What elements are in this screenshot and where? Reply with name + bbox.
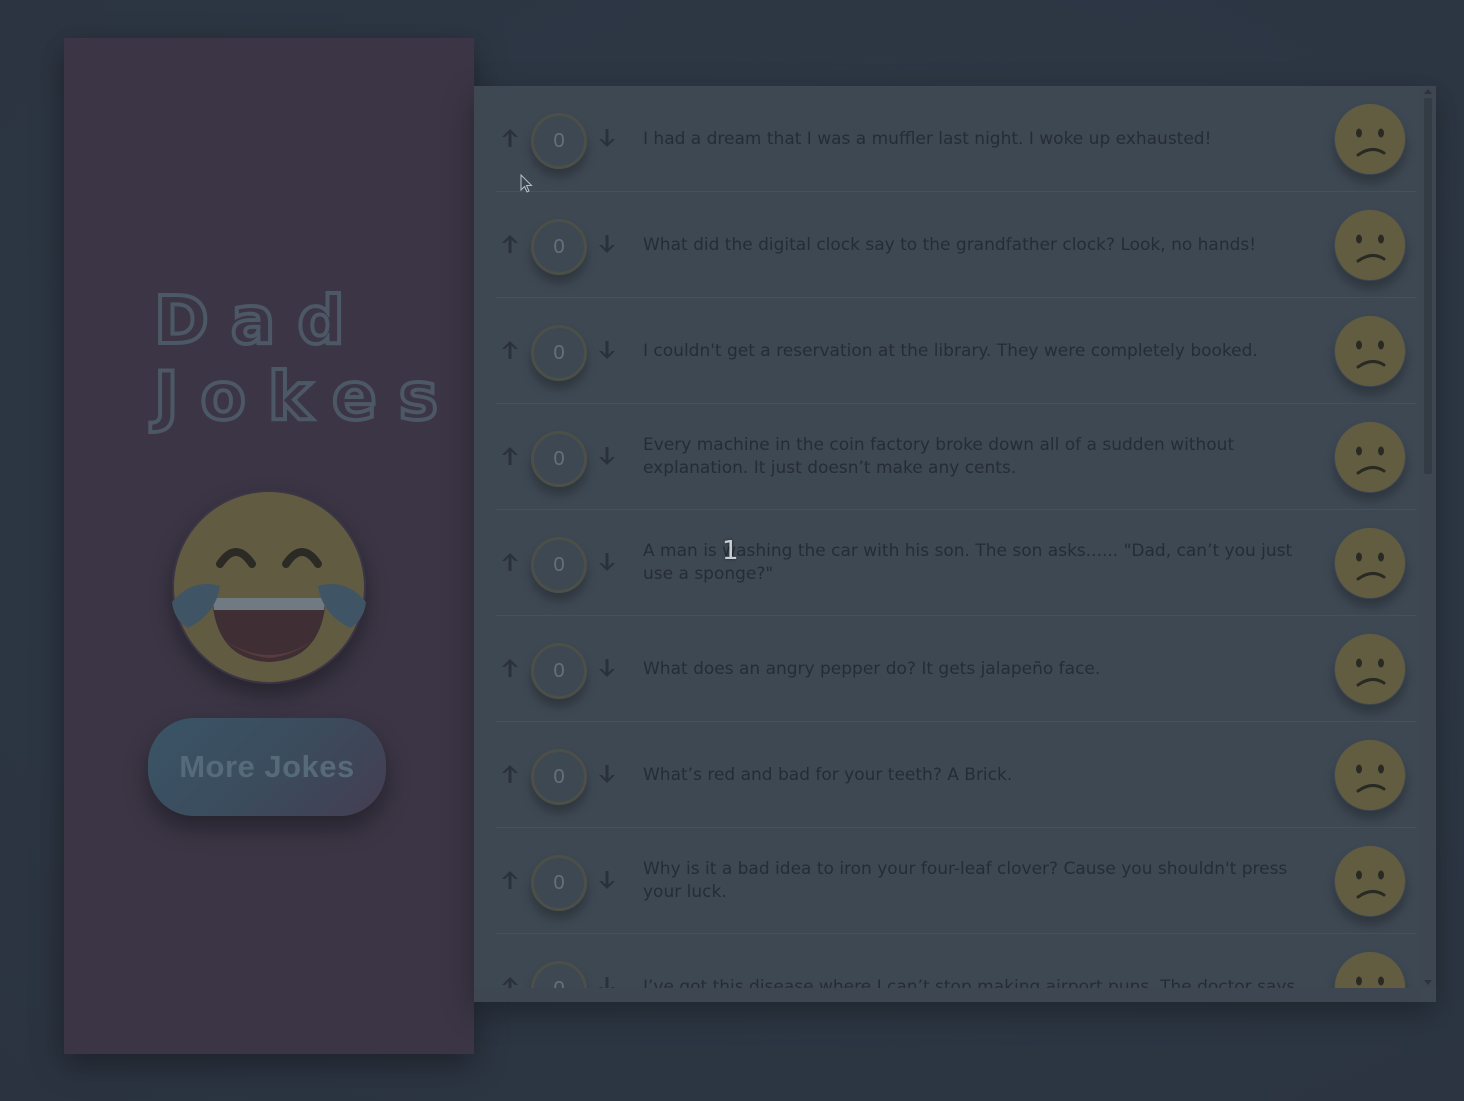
upvote-arrow-icon[interactable] xyxy=(499,233,521,255)
cursor-badge: 1 xyxy=(722,536,739,566)
scrollbar-thumb[interactable] xyxy=(1424,98,1432,474)
upvote-arrow-icon[interactable] xyxy=(499,551,521,573)
vote-count: 0 xyxy=(531,855,587,911)
vote-count: 0 xyxy=(531,431,587,487)
joke-text: Why is it a bad idea to iron your four-l… xyxy=(643,828,1323,934)
downvote-arrow-icon[interactable] xyxy=(596,763,618,785)
joke-row: 0 Why is it a bad idea to iron your four… xyxy=(496,828,1416,934)
joke-row: 0 A man is washing the car with his son.… xyxy=(496,510,1416,616)
downvote-arrow-icon[interactable] xyxy=(596,127,618,149)
confused-face-icon xyxy=(1334,527,1406,599)
confused-face-icon xyxy=(1334,845,1406,917)
confused-face-icon xyxy=(1334,421,1406,493)
joke-text-content: I had a dream that I was a muffler last … xyxy=(643,128,1212,149)
downvote-arrow-icon[interactable] xyxy=(596,657,618,679)
joke-row: 0 I’ve got this disease where I can’t st… xyxy=(496,934,1416,988)
confused-face-icon xyxy=(1334,951,1406,988)
joke-text-content: Why is it a bad idea to iron your four-l… xyxy=(643,859,1288,902)
joke-row: 0 Every machine in the coin factory brok… xyxy=(496,404,1416,510)
joke-row: 0 What does an angry pepper do? It gets … xyxy=(496,616,1416,722)
joke-text: What’s red and bad for your teeth? A Bri… xyxy=(643,722,1323,828)
joke-text-content: A man is washing the car with his son. T… xyxy=(643,541,1293,584)
vote-count: 0 xyxy=(531,325,587,381)
joke-text-content: I’ve got this disease where I can’t stop… xyxy=(643,976,1296,989)
joke-row: 0 What did the digital clock say to the … xyxy=(496,192,1416,298)
joke-text: I had a dream that I was a muffler last … xyxy=(643,86,1323,192)
joke-row: 0 I couldn't get a reservation at the li… xyxy=(496,298,1416,404)
horizontal-scrollbar[interactable] xyxy=(474,988,1420,1002)
confused-face-icon xyxy=(1334,209,1406,281)
joke-text-content: I couldn't get a reservation at the libr… xyxy=(643,340,1258,361)
upvote-arrow-icon[interactable] xyxy=(499,763,521,785)
joke-row: 0 I had a dream that I was a muffler las… xyxy=(496,86,1416,192)
joke-text: I’ve got this disease where I can’t stop… xyxy=(643,934,1323,989)
vote-count: 0 xyxy=(531,537,587,593)
scroll-up-icon[interactable] xyxy=(1424,89,1432,94)
vote-count: 0 xyxy=(531,113,587,169)
app-title: Dad Jokes xyxy=(152,281,461,437)
joke-row: 0 What’s red and bad for your teeth? A B… xyxy=(496,722,1416,828)
downvote-arrow-icon[interactable] xyxy=(596,975,618,988)
upvote-arrow-icon[interactable] xyxy=(499,127,521,149)
laughing-tears-emoji-icon xyxy=(172,490,366,684)
app-title-line1: Dad xyxy=(152,281,367,361)
mouse-pointer-icon xyxy=(520,174,534,194)
more-jokes-button[interactable]: More Jokes xyxy=(148,718,386,816)
joke-text-content: What did the digital clock say to the gr… xyxy=(643,234,1257,255)
downvote-arrow-icon[interactable] xyxy=(596,551,618,573)
joke-text: What does an angry pepper do? It gets ja… xyxy=(643,616,1323,722)
joke-text: A man is washing the car with his son. T… xyxy=(643,510,1323,616)
vertical-scrollbar[interactable] xyxy=(1420,86,1436,988)
vote-count: 0 xyxy=(531,643,587,699)
upvote-arrow-icon[interactable] xyxy=(499,339,521,361)
confused-face-icon xyxy=(1334,315,1406,387)
app-title-line2: Jokes xyxy=(152,357,461,437)
downvote-arrow-icon[interactable] xyxy=(596,339,618,361)
jokes-panel[interactable]: 0 I had a dream that I was a muffler las… xyxy=(474,86,1436,1002)
confused-face-icon xyxy=(1334,633,1406,705)
confused-face-icon xyxy=(1334,103,1406,175)
confused-face-icon xyxy=(1334,739,1406,811)
vote-count: 0 xyxy=(531,961,587,988)
joke-text: What did the digital clock say to the gr… xyxy=(643,192,1323,298)
upvote-arrow-icon[interactable] xyxy=(499,657,521,679)
jokes-list: 0 I had a dream that I was a muffler las… xyxy=(496,86,1416,988)
downvote-arrow-icon[interactable] xyxy=(596,445,618,467)
vote-count: 0 xyxy=(531,219,587,275)
joke-text-content: Every machine in the coin factory broke … xyxy=(643,435,1235,478)
joke-text-content: What’s red and bad for your teeth? A Bri… xyxy=(643,764,1013,785)
joke-text-content: What does an angry pepper do? It gets ja… xyxy=(643,658,1101,679)
sidebar: Dad Jokes More Jokes xyxy=(64,38,474,1054)
upvote-arrow-icon[interactable] xyxy=(499,445,521,467)
vote-count: 0 xyxy=(531,749,587,805)
scroll-down-icon[interactable] xyxy=(1424,980,1432,985)
upvote-arrow-icon[interactable] xyxy=(499,975,521,988)
upvote-arrow-icon[interactable] xyxy=(499,869,521,891)
downvote-arrow-icon[interactable] xyxy=(596,233,618,255)
joke-text: Every machine in the coin factory broke … xyxy=(643,404,1323,510)
downvote-arrow-icon[interactable] xyxy=(596,869,618,891)
joke-text: I couldn't get a reservation at the libr… xyxy=(643,298,1323,404)
